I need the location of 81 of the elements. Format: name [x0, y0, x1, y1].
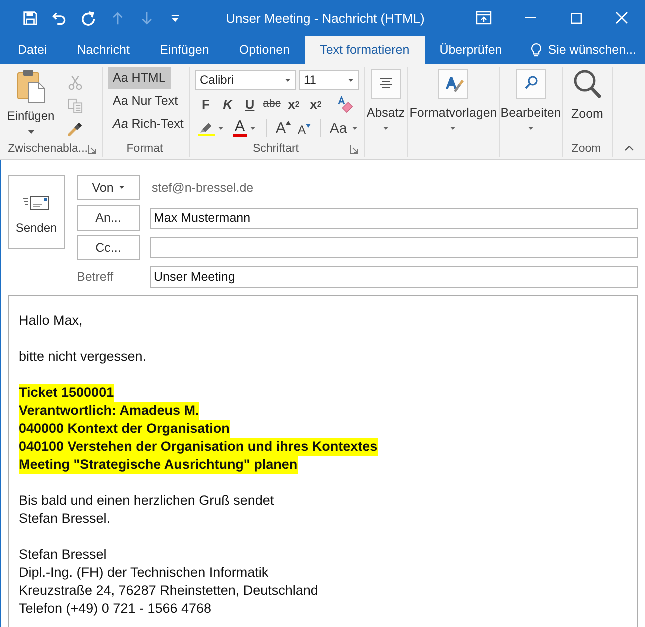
close-icon[interactable]	[616, 12, 628, 24]
group-label: Zwischenabla...	[8, 143, 88, 155]
format-option[interactable]: Aa Nur Text	[108, 90, 184, 112]
caret-icon	[528, 127, 534, 130]
group-label: Schriftart	[252, 143, 299, 155]
overflow-caret-icon[interactable]	[171, 14, 180, 22]
caret-icon[interactable]	[352, 126, 358, 130]
font-style-button[interactable]: K	[217, 93, 239, 115]
font-style-button[interactable]: x$^{2}$	[305, 93, 327, 115]
font-size-dropdown[interactable]: 11	[299, 70, 359, 90]
caret-icon[interactable]	[218, 126, 224, 130]
paste-button[interactable]: Einfügen	[0, 67, 62, 141]
from-button[interactable]: Von	[77, 175, 140, 200]
envelope-icon	[23, 194, 50, 212]
caret-icon	[383, 127, 389, 130]
brush-icon[interactable]	[68, 121, 83, 137]
cc-field[interactable]	[150, 237, 638, 258]
brush-icon	[438, 69, 468, 99]
body-text-line: Kreuzstraße 24, 76287 Rheinstetten, Deutschland	[19, 582, 318, 600]
body-text-line: Stefan Bressel	[19, 546, 107, 564]
format-option[interactable]: Aa HTML	[108, 67, 171, 89]
font-style-button[interactable]: F	[195, 93, 217, 115]
message-body-field[interactable]	[8, 295, 638, 627]
font-style-button[interactable]: abc	[261, 93, 283, 115]
change-case-button[interactable]: Aa	[328, 120, 350, 136]
caret-icon[interactable]	[250, 126, 256, 130]
grow-font-button[interactable]: A	[274, 120, 294, 136]
ribbon-tab[interactable]: Text formatieren	[305, 36, 425, 64]
cc-button[interactable]: Cc...	[77, 235, 140, 260]
maximize-icon[interactable]	[570, 12, 582, 24]
ribbon-tab[interactable]: Überprüfen	[424, 36, 518, 64]
triangle-up-icon	[286, 120, 292, 124]
caret-icon	[118, 186, 125, 189]
group-button[interactable]: Absatz	[366, 67, 406, 141]
caret-icon	[285, 78, 291, 82]
ribbon-tab[interactable]: Datei	[3, 36, 62, 64]
group-label: Format	[126, 143, 164, 155]
text-lines-icon	[371, 69, 401, 99]
ribbon-tab[interactable]: Optionen	[224, 36, 306, 64]
minimize-icon[interactable]	[524, 17, 536, 19]
to-button[interactable]: An...	[77, 205, 140, 231]
shrink-font-button[interactable]: A	[296, 122, 314, 136]
ribbon-options-icon[interactable]	[476, 11, 492, 25]
body-text-line: Dipl.-Ing. (FH) der Technischen Informatik	[19, 564, 269, 582]
undo-icon[interactable]	[52, 10, 67, 26]
caret-icon	[28, 130, 34, 134]
font-family-dropdown[interactable]: Calibri	[195, 70, 296, 90]
subject-label: Betreff	[77, 270, 115, 284]
group-label: Zoom	[572, 143, 602, 155]
format-option[interactable]: Aa Rich-Text	[108, 113, 189, 135]
tell-me-button[interactable]: Sie wünschen...	[531, 36, 636, 64]
triangle-down-icon	[306, 124, 312, 128]
font-style-button[interactable]: U	[239, 93, 261, 115]
ribbon-tab[interactable]: Einfügen	[144, 36, 224, 64]
send-button[interactable]: Senden	[8, 175, 65, 249]
redo-icon[interactable]	[81, 10, 96, 26]
search-icon	[516, 69, 546, 99]
group-button[interactable]: Formatvorlagen	[410, 67, 498, 141]
body-text-line: Stefan Bressel.	[19, 510, 111, 528]
zoom-button[interactable]: Zoom	[572, 67, 604, 141]
clipboard-icon	[16, 69, 46, 103]
to-field[interactable]: Max Mustermann	[150, 208, 638, 228]
subject-field[interactable]: Unser Meeting	[150, 266, 638, 288]
window-title: Unser Meeting - Nachricht (HTML)	[226, 10, 425, 26]
save-icon[interactable]	[23, 10, 38, 26]
body-text-line: Bis bald und einen herzlichen Gruß sendet	[19, 492, 274, 510]
body-text-line: bitte nicht vergessen.	[19, 348, 147, 366]
body-text-line: Telefon (+49) 0 721 - 1566 4768	[19, 600, 212, 618]
ribbon-tab[interactable]: Nachricht	[62, 36, 145, 64]
caret-up-icon[interactable]	[624, 146, 634, 151]
group-button[interactable]: Bearbeiten	[500, 67, 562, 141]
dialog-launcher-icon[interactable]	[350, 144, 359, 154]
caret-icon	[450, 127, 456, 130]
magnifier-icon	[573, 69, 602, 98]
body-text-line: Hallo Max,	[19, 312, 83, 330]
caret-icon	[348, 78, 354, 82]
eraser-icon[interactable]	[337, 96, 354, 112]
font-color-button[interactable]: A	[233, 119, 248, 137]
sender-address: stef@n-bressel.de	[152, 180, 254, 194]
lightbulb-icon	[531, 42, 542, 58]
dialog-launcher-icon[interactable]	[88, 144, 97, 154]
